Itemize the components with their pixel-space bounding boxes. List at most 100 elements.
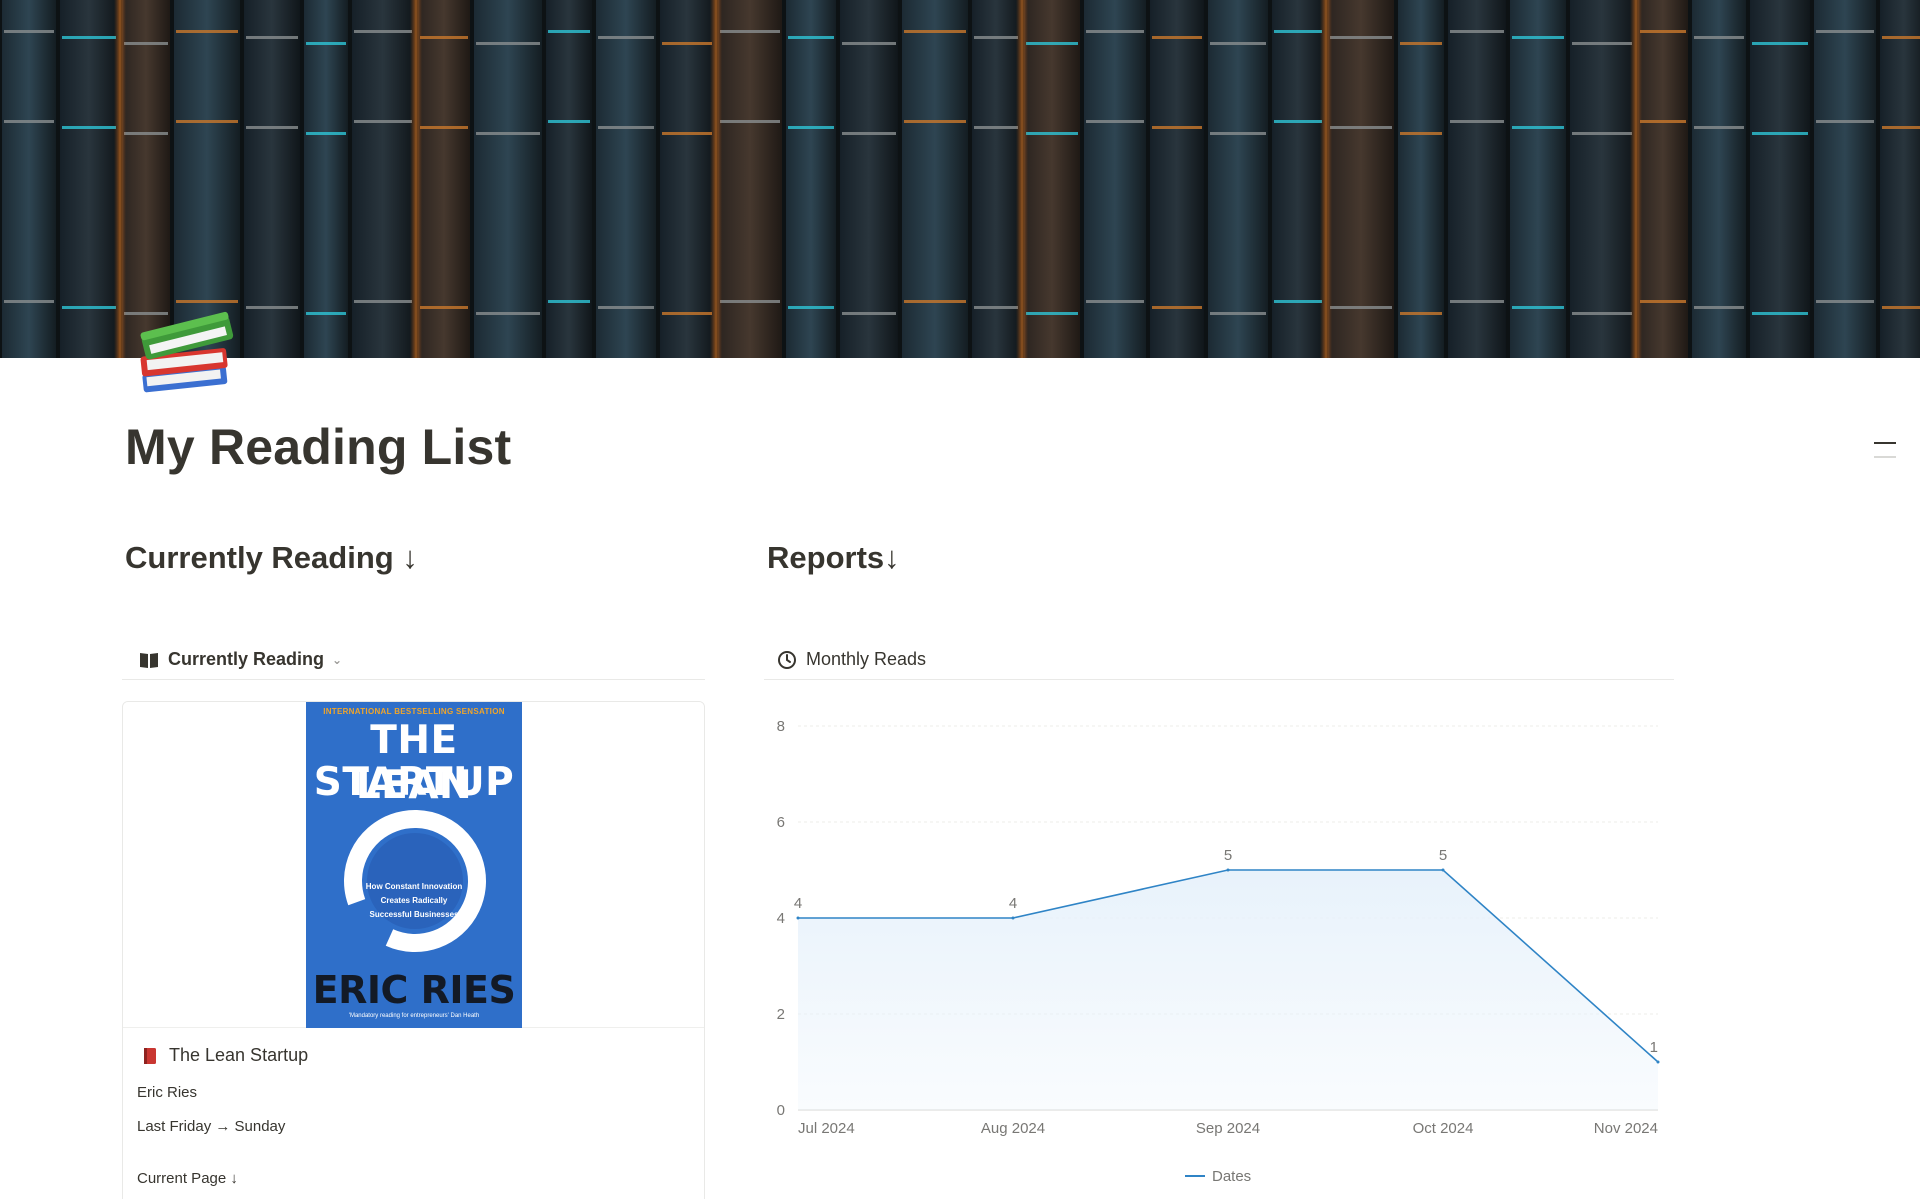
card-dates: Last Friday → Sunday: [137, 1118, 286, 1135]
spine-band: [1330, 126, 1392, 129]
spine-band: [1330, 306, 1392, 309]
spine-band: [420, 36, 468, 39]
spine-band: [1086, 120, 1144, 123]
spine-band: [62, 306, 116, 309]
currently-reading-view-tab[interactable]: Currently Reading ⌄: [122, 640, 705, 680]
x-tick-label: Sep 2024: [1196, 1120, 1260, 1137]
red-book-icon: [144, 1047, 156, 1064]
spine-band: [974, 36, 1018, 39]
card-title[interactable]: The Lean Startup: [141, 1045, 308, 1066]
books-stack-icon[interactable]: [130, 296, 242, 408]
spine-band: [788, 36, 834, 39]
spine-band: [842, 312, 896, 315]
reports-heading[interactable]: Reports↓: [767, 540, 900, 576]
book-spine: [718, 0, 782, 358]
spine-band: [1752, 312, 1808, 315]
clock-icon: [776, 649, 798, 671]
spine-light: [710, 0, 722, 358]
spine-band: [1572, 132, 1632, 135]
book-spine: [786, 0, 836, 358]
spine-band: [598, 306, 654, 309]
spine-band: [1152, 306, 1202, 309]
card-cover: INTERNATIONAL BESTSELLING SENSATION THE …: [123, 702, 704, 1028]
chevron-down-icon[interactable]: ⌄: [332, 653, 342, 667]
book-spine: [1328, 0, 1394, 358]
book-spine: [244, 0, 300, 358]
data-point: [1011, 916, 1015, 920]
spine-band: [1026, 42, 1078, 45]
spine-band: [662, 42, 712, 45]
spine-band: [246, 36, 298, 39]
spine-band: [1450, 120, 1504, 123]
spine-band: [1640, 30, 1686, 33]
cover-tagline: INTERNATIONAL BESTSELLING SENSATION: [323, 707, 505, 716]
page-title[interactable]: My Reading List: [125, 418, 511, 476]
spine-band: [176, 120, 238, 123]
spine-band: [420, 126, 468, 129]
currently-reading-heading[interactable]: Currently Reading ↓: [125, 540, 418, 576]
spine-band: [720, 30, 780, 33]
book-spine: [304, 0, 348, 358]
spine-band: [1086, 300, 1144, 303]
spine-band: [354, 300, 412, 303]
cover-blurb: How Constant Innovation Creates Radicall…: [354, 880, 474, 922]
spine-band: [662, 312, 712, 315]
book-card[interactable]: INTERNATIONAL BESTSELLING SENSATION THE …: [122, 701, 705, 1199]
page: My Reading List Currently Reading ↓ Repo…: [0, 0, 1920, 1199]
book-spine: [1750, 0, 1810, 358]
spine-band: [1210, 132, 1266, 135]
spine-band: [598, 126, 654, 129]
cover-quote: 'Mandatory reading for entrepreneurs' Da…: [348, 1013, 480, 1019]
book-spine: [1570, 0, 1634, 358]
spine-band: [720, 300, 780, 303]
data-label: 4: [794, 895, 802, 912]
area-fill: [798, 870, 1658, 1110]
spine-band: [904, 120, 966, 123]
spine-band: [1512, 36, 1564, 39]
book-spine: [418, 0, 470, 358]
spine-band: [1694, 126, 1744, 129]
book-spine: [1150, 0, 1204, 358]
book-spine: [60, 0, 118, 358]
cover-image[interactable]: [0, 0, 1920, 358]
spine-band: [1450, 300, 1504, 303]
book-spine: [1208, 0, 1268, 358]
cover-title-line2: STARTUP: [313, 760, 515, 805]
spine-band: [246, 306, 298, 309]
book-spine: [596, 0, 656, 358]
spine-band: [1752, 132, 1808, 135]
spine-band: [1026, 312, 1078, 315]
monthly-reads-chart[interactable]: 0 2 4 6 8 Jul 2024 Aug 2024 Sep 2024 Oct 2024 No…: [764, 700, 1674, 1199]
data-point: [796, 916, 800, 920]
x-tick-label: Jul 2024: [798, 1120, 855, 1137]
spine-band: [1694, 306, 1744, 309]
spine-band: [354, 120, 412, 123]
y-tick-label: 2: [777, 1006, 785, 1023]
spine-band: [548, 300, 590, 303]
book-cover-image: INTERNATIONAL BESTSELLING SENSATION THE …: [306, 702, 522, 1028]
x-tick-label: Nov 2024: [1594, 1120, 1658, 1137]
outline-toggle[interactable]: [1874, 442, 1896, 466]
spine-band: [904, 30, 966, 33]
card-title-text: The Lean Startup: [169, 1045, 309, 1065]
spine-band: [176, 30, 238, 33]
spine-band: [354, 30, 412, 33]
spine-band: [1152, 36, 1202, 39]
cover-blurb-line2: Creates Radically: [380, 896, 448, 905]
monthly-reads-view-tab[interactable]: Monthly Reads: [764, 640, 1674, 680]
spine-band: [1210, 312, 1266, 315]
y-tick-label: 6: [777, 814, 785, 831]
spine-band: [1400, 312, 1442, 315]
spine-band: [1450, 30, 1504, 33]
book-spine: [1272, 0, 1324, 358]
book-spine: [2, 0, 56, 358]
spine-band: [1572, 312, 1632, 315]
spine-light: [114, 0, 126, 358]
spine-band: [1882, 36, 1920, 39]
data-label: 4: [1009, 895, 1017, 912]
book-spine: [1084, 0, 1146, 358]
spine-band: [1026, 132, 1078, 135]
book-spine: [474, 0, 542, 358]
spine-light: [1016, 0, 1028, 358]
spine-band: [4, 120, 54, 123]
